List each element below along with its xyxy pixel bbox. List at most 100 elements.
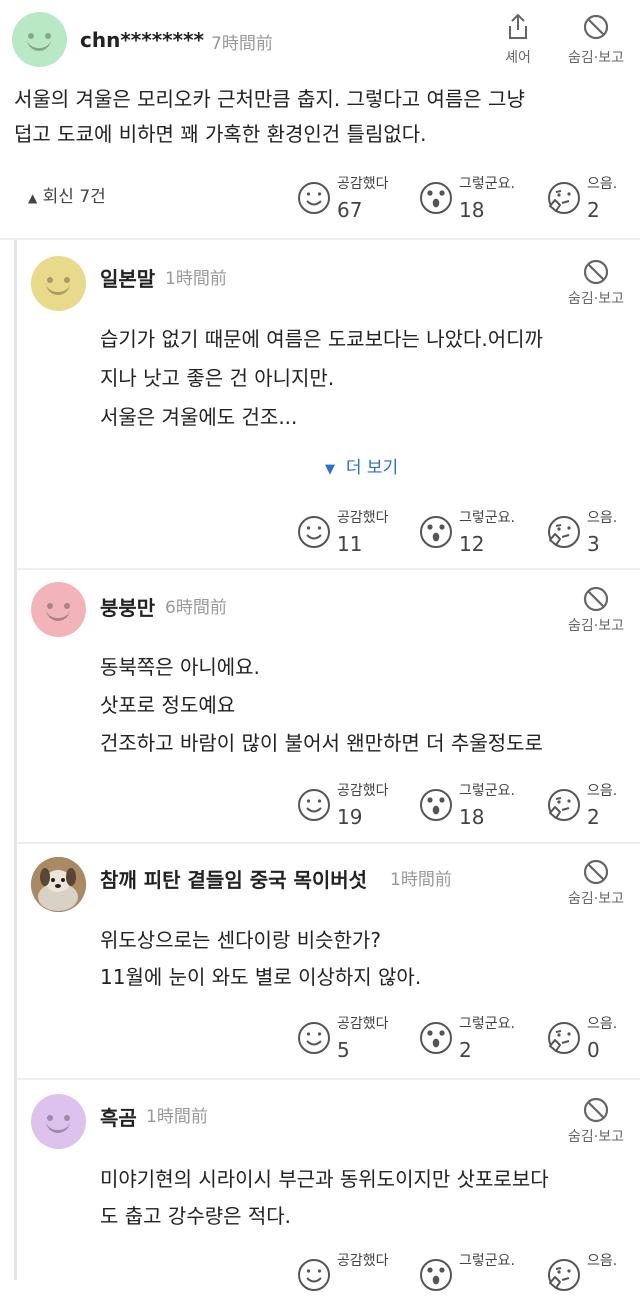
agree-reaction[interactable]: 공감했다 — [296, 1253, 406, 1305]
show-more-button[interactable]: ▼ 더 보기 — [325, 453, 398, 478]
dog-avatar-image — [31, 857, 86, 912]
hmm-label: 으음. — [587, 1253, 618, 1269]
block-icon — [583, 259, 609, 285]
hmm-reaction[interactable]: 으음. 0 — [546, 1016, 636, 1068]
replies-toggle[interactable]: ▲ 회신 7건 — [28, 182, 106, 207]
surprise-count: 2 — [459, 1038, 472, 1062]
agree-count: 19 — [337, 805, 363, 829]
agree-reaction[interactable]: 공감했다 67 — [296, 176, 406, 228]
share-label: 셰어 — [505, 50, 531, 66]
thinking-face-icon — [548, 182, 580, 214]
smile-face-icon — [298, 1259, 330, 1291]
hide-report-button[interactable]: 숨김·보고 — [556, 1096, 636, 1146]
surprise-count: 18 — [459, 805, 485, 829]
hide-report-label: 숨김·보고 — [568, 618, 624, 634]
comment-username[interactable]: 흑곰 — [100, 1102, 137, 1131]
share-icon — [509, 13, 527, 39]
surprised-face-icon — [420, 182, 452, 214]
avatar — [31, 857, 86, 912]
comment-line: 지나 낫고 좋은 건 아니지만. — [100, 366, 335, 390]
avatar — [12, 12, 67, 67]
surprised-face-icon — [420, 516, 452, 548]
surprise-label: 그렇군요. — [459, 783, 515, 799]
share-button[interactable]: 셰어 — [478, 13, 558, 67]
post-time: 7時間前 — [211, 34, 273, 54]
comment-username[interactable]: 붕붕만 — [100, 592, 155, 621]
comment-time: 1時間前 — [146, 1107, 208, 1127]
agree-label: 공감했다 — [337, 1253, 389, 1269]
reply-thread-rail — [14, 240, 17, 1280]
hmm-label: 으음. — [587, 510, 618, 526]
replies-count: 회신 7건 — [42, 187, 106, 207]
smile-face-icon — [298, 182, 330, 214]
surprise-label: 그렇군요. — [459, 1016, 515, 1032]
comment-time: 1時間前 — [390, 870, 452, 890]
hmm-reaction[interactable]: 으음. — [546, 1253, 636, 1305]
surprised-face-icon — [420, 1022, 452, 1054]
thinking-face-icon — [548, 789, 580, 821]
thinking-face-icon — [548, 1259, 580, 1291]
surprise-reaction[interactable]: 그렇군요. 2 — [418, 1016, 528, 1068]
divider — [17, 568, 640, 570]
hide-report-button[interactable]: 숨김·보고 — [556, 13, 636, 67]
agree-reaction[interactable]: 공감했다 11 — [296, 510, 406, 562]
hide-report-button[interactable]: 숨김·보고 — [556, 258, 636, 308]
hide-report-button[interactable]: 숨김·보고 — [556, 585, 636, 635]
block-icon — [583, 14, 609, 40]
agree-count: 5 — [337, 1038, 350, 1062]
post-line: 서울의 겨울은 모리오카 근처만큼 춥지. 그렇다고 여름은 그냥 — [14, 87, 525, 111]
comment-line: 삿포로 정도예요 — [100, 693, 236, 717]
surprise-count: 12 — [459, 532, 485, 556]
surprise-reaction[interactable]: 그렇군요. 18 — [418, 176, 528, 228]
avatar — [31, 1094, 86, 1149]
surprise-reaction[interactable]: 그렇군요. — [418, 1253, 528, 1305]
comment-line: 습기가 없기 때문에 여름은 도쿄보다는 나았다.어디까 — [100, 327, 543, 351]
agree-label: 공감했다 — [337, 176, 389, 192]
comment-line: 도 춥고 강수량은 적다. — [100, 1204, 292, 1228]
agree-reaction[interactable]: 공감했다 19 — [296, 783, 406, 835]
comment-username[interactable]: 참깨 피탄 곁들임 중국 목이버섯 — [100, 864, 367, 893]
hmm-label: 으음. — [587, 176, 618, 192]
comment-line: 동북쪽은 아니에요. — [100, 655, 260, 679]
caret-up-icon: ▲ — [28, 191, 38, 205]
comment-line: 서울은 겨울에도 건조... — [100, 405, 298, 429]
hmm-label: 으음. — [587, 1016, 618, 1032]
hide-report-label: 숨김·보고 — [568, 50, 624, 66]
divider — [0, 238, 640, 240]
comment-time: 6時間前 — [165, 598, 227, 618]
surprise-reaction[interactable]: 그렇군요. 12 — [418, 510, 528, 562]
agree-label: 공감했다 — [337, 783, 389, 799]
surprise-label: 그렇군요. — [459, 176, 515, 192]
hide-report-label: 숨김·보고 — [568, 291, 624, 307]
surprised-face-icon — [420, 1259, 452, 1291]
hmm-count: 2 — [587, 805, 600, 829]
comment-line: 건조하고 바람이 많이 불어서 왠만하면 더 추울정도로 — [100, 731, 543, 755]
block-icon — [583, 586, 609, 612]
hide-report-label: 숨김·보고 — [568, 891, 624, 907]
hmm-reaction[interactable]: 으음. 2 — [546, 783, 636, 835]
surprise-label: 그렇군요. — [459, 510, 515, 526]
post-username[interactable]: chn******** — [80, 28, 204, 52]
show-more-label: 더 보기 — [345, 458, 399, 478]
hmm-label: 으음. — [587, 783, 618, 799]
comment-username[interactable]: 일본말 — [100, 263, 155, 292]
agree-count: 67 — [337, 198, 363, 222]
agree-label: 공감했다 — [337, 1016, 389, 1032]
comment-line: 11월에 눈이 와도 별로 이상하지 않아. — [100, 965, 422, 989]
comment-line: 위도상으로는 센다이랑 비슷한가? — [100, 928, 381, 952]
thinking-face-icon — [548, 1022, 580, 1054]
surprised-face-icon — [420, 789, 452, 821]
surprise-reaction[interactable]: 그렇군요. 18 — [418, 783, 528, 835]
hide-report-button[interactable]: 숨김·보고 — [556, 858, 636, 908]
block-icon — [583, 1097, 609, 1123]
caret-down-icon: ▼ — [325, 462, 335, 477]
hmm-reaction[interactable]: 으음. 2 — [546, 176, 636, 228]
agree-reaction[interactable]: 공감했다 5 — [296, 1016, 406, 1068]
agree-label: 공감했다 — [337, 510, 389, 526]
avatar — [31, 582, 86, 637]
smile-face-icon — [298, 516, 330, 548]
block-icon — [583, 859, 609, 885]
surprise-count: 18 — [459, 198, 485, 222]
post-line: 덥고 도쿄에 비하면 꽤 가혹한 환경인건 틀림없다. — [14, 122, 427, 146]
hmm-reaction[interactable]: 으음. 3 — [546, 510, 636, 562]
